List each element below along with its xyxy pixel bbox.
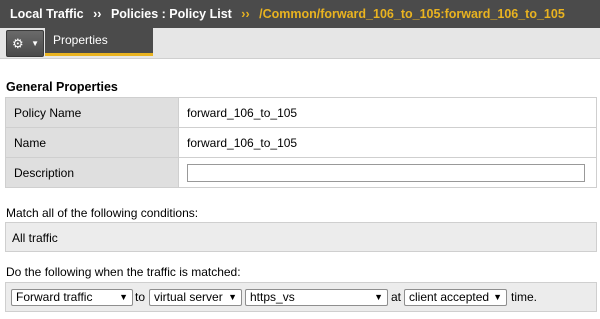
chevron-down-icon: ▼ (374, 292, 383, 302)
table-row: Policy Name forward_106_to_105 (5, 97, 597, 128)
breadcrumb-separator: ›› (93, 7, 102, 21)
breadcrumb-current-policy: /Common/forward_106_to_105:forward_106_t… (259, 7, 565, 21)
gear-icon: ⚙ (12, 36, 24, 51)
event-select[interactable]: client accepted ▼ (404, 289, 507, 306)
table-row: Name forward_106_to_105 (5, 127, 597, 158)
breadcrumb-separator: ›› (241, 7, 250, 21)
name-value: forward_106_to_105 (178, 127, 597, 158)
virtual-server-select[interactable]: https_vs ▼ (245, 289, 388, 306)
target-select[interactable]: virtual server ▼ (149, 289, 242, 306)
description-cell (178, 157, 597, 188)
action-select[interactable]: Forward traffic ▼ (11, 289, 133, 306)
description-label: Description (5, 157, 179, 188)
chevron-down-icon: ▼ (31, 39, 39, 48)
chevron-down-icon: ▼ (119, 292, 128, 302)
action-select-value: Forward traffic (16, 290, 93, 304)
chevron-down-icon: ▼ (228, 292, 237, 302)
breadcrumb-policy-list[interactable]: Policies : Policy List (111, 0, 232, 28)
condition-all-traffic: All traffic (12, 231, 58, 245)
general-properties-table: Policy Name forward_106_to_105 Name forw… (5, 97, 597, 188)
chevron-down-icon: ▼ (493, 292, 502, 302)
event-select-value: client accepted (409, 290, 490, 304)
breadcrumb: Local Traffic ›› Policies : Policy List … (0, 0, 600, 28)
at-text: at (391, 290, 402, 304)
actions-box: Forward traffic ▼ to virtual server ▼ ht… (5, 282, 597, 312)
time-text: time. (511, 290, 538, 304)
policy-name-label: Policy Name (5, 97, 179, 128)
tab-properties[interactable]: Properties (45, 28, 153, 56)
actions-label: Do the following when the traffic is mat… (6, 265, 241, 279)
breadcrumb-local-traffic[interactable]: Local Traffic (10, 0, 84, 28)
policy-name-value: forward_106_to_105 (178, 97, 597, 128)
to-text: to (135, 290, 146, 304)
name-label: Name (5, 127, 179, 158)
table-row: Description (5, 157, 597, 188)
virtual-server-select-value: https_vs (250, 290, 295, 304)
tab-bar: ⚙ ▼ Properties (0, 28, 600, 59)
settings-menu-button[interactable]: ⚙ ▼ (6, 30, 44, 57)
conditions-label: Match all of the following conditions: (6, 206, 199, 220)
target-select-value: virtual server (154, 290, 223, 304)
description-input[interactable] (187, 163, 585, 182)
conditions-box: All traffic (5, 222, 597, 252)
general-properties-title: General Properties (6, 80, 118, 94)
